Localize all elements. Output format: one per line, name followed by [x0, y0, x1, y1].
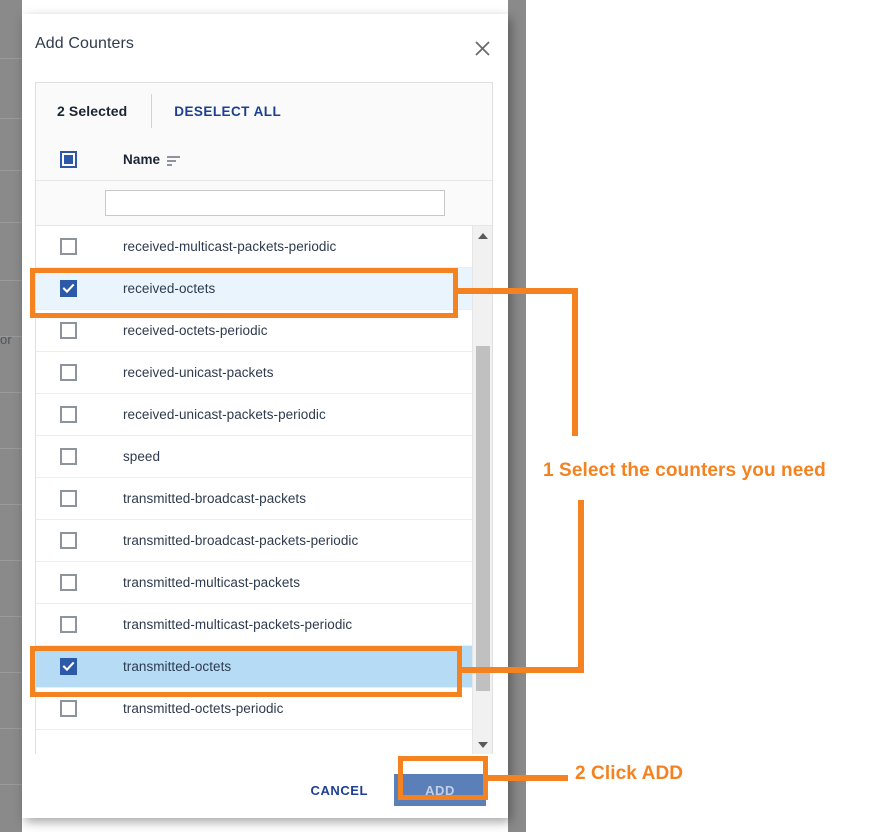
list-item[interactable]: transmitted-broadcast-packets	[36, 478, 472, 520]
list-item-label: transmitted-octets	[123, 659, 232, 674]
background-table-line	[0, 672, 22, 673]
annotation-connector-1b	[572, 288, 578, 436]
annotation-step-1-text: 1 Select the counters you need	[543, 460, 826, 481]
name-filter-input[interactable]	[105, 190, 445, 216]
background-table-line	[0, 784, 22, 785]
indeterminate-checkbox-icon	[64, 155, 73, 164]
selection-toolbar: 2 Selected DESELECT ALL	[36, 83, 492, 139]
list-item-label: speed	[123, 449, 161, 464]
checkbox-unchecked-icon[interactable]	[60, 364, 77, 381]
background-table-line	[0, 170, 22, 171]
list-item-label: transmitted-broadcast-packets-periodic	[123, 533, 359, 548]
list-item-label: transmitted-broadcast-packets	[123, 491, 307, 506]
dialog-footer: CANCEL ADD	[22, 762, 508, 818]
list-item[interactable]: transmitted-broadcast-packets-periodic	[36, 520, 472, 562]
annotation-step-2-text: 2 Click ADD	[575, 763, 684, 784]
checkbox-checked-icon[interactable]	[60, 280, 77, 297]
list-item-label: transmitted-multicast-packets-periodic	[123, 617, 353, 632]
page-backdrop-left	[0, 0, 22, 832]
list-item-label: received-multicast-packets-periodic	[123, 239, 337, 254]
close-icon[interactable]	[468, 34, 496, 62]
list-item[interactable]: speed	[36, 436, 472, 478]
checkbox-unchecked-icon[interactable]	[60, 616, 77, 633]
list-item-label: transmitted-octets-periodic	[123, 701, 284, 716]
sort-descending-icon[interactable]	[167, 154, 181, 166]
checkbox-unchecked-icon[interactable]	[60, 532, 77, 549]
table-column-header: Name	[36, 139, 492, 181]
dialog-title: Add Counters	[35, 35, 135, 52]
list-item[interactable]: received-unicast-packets	[36, 352, 472, 394]
list-item[interactable]: received-octets	[36, 268, 472, 310]
background-table-line	[0, 58, 22, 59]
checkbox-unchecked-icon[interactable]	[60, 700, 77, 717]
counters-panel: 2 Selected DESELECT ALL Name received-mu…	[35, 82, 493, 754]
list-item-label: received-unicast-packets	[123, 365, 274, 380]
annotation-connector-2b	[578, 500, 584, 673]
checkbox-unchecked-icon[interactable]	[60, 574, 77, 591]
checkbox-unchecked-icon[interactable]	[60, 322, 77, 339]
background-text-fragment: or	[0, 332, 12, 347]
scrollbar-thumb[interactable]	[476, 346, 490, 691]
background-table-line	[0, 392, 22, 393]
filter-row	[36, 181, 492, 225]
checkbox-checked-icon[interactable]	[60, 658, 77, 675]
background-table-line	[0, 448, 22, 449]
add-counters-dialog: Add Counters 2 Selected DESELECT ALL Nam…	[22, 14, 508, 818]
list-item[interactable]: transmitted-octets	[36, 646, 472, 688]
background-table-line	[0, 118, 22, 119]
select-all-checkbox[interactable]	[60, 151, 77, 168]
background-table-line	[0, 560, 22, 561]
checkbox-unchecked-icon[interactable]	[60, 448, 77, 465]
page-backdrop-right	[508, 0, 526, 832]
background-table-line	[0, 728, 22, 729]
background-table-line	[0, 616, 22, 617]
list-item[interactable]: transmitted-multicast-packets	[36, 562, 472, 604]
checkbox-unchecked-icon[interactable]	[60, 406, 77, 423]
background-table-line	[0, 504, 22, 505]
list-item[interactable]: received-multicast-packets-periodic	[36, 226, 472, 268]
background-table-line	[0, 222, 22, 223]
list-item-label: received-unicast-packets-periodic	[123, 407, 326, 422]
counters-list-viewport: received-multicast-packets-periodic recei…	[36, 225, 492, 754]
checkbox-unchecked-icon[interactable]	[60, 490, 77, 507]
list-item[interactable]: received-unicast-packets-periodic	[36, 394, 472, 436]
toolbar-divider	[151, 94, 153, 128]
list-item-label: received-octets	[123, 281, 216, 296]
background-table-line	[0, 280, 22, 281]
list-item[interactable]: received-octets-periodic	[36, 310, 472, 352]
cancel-button[interactable]: CANCEL	[311, 783, 368, 798]
triangle-down-icon[interactable]	[473, 736, 492, 753]
add-button[interactable]: ADD	[394, 774, 486, 806]
selected-count-label: 2 Selected	[57, 103, 128, 119]
list-scrollbar[interactable]	[472, 226, 492, 754]
list-item[interactable]: transmitted-multicast-packets-periodic	[36, 604, 472, 646]
triangle-up-icon[interactable]	[473, 227, 492, 244]
list-item-label: transmitted-multicast-packets	[123, 575, 301, 590]
list-item-label: received-octets-periodic	[123, 323, 268, 338]
list-item[interactable]: transmitted-octets-periodic	[36, 688, 472, 730]
checkbox-unchecked-icon[interactable]	[60, 238, 77, 255]
counters-list: received-multicast-packets-periodic recei…	[36, 226, 472, 730]
name-column-label: Name	[123, 152, 161, 167]
deselect-all-button[interactable]: DESELECT ALL	[174, 104, 281, 119]
